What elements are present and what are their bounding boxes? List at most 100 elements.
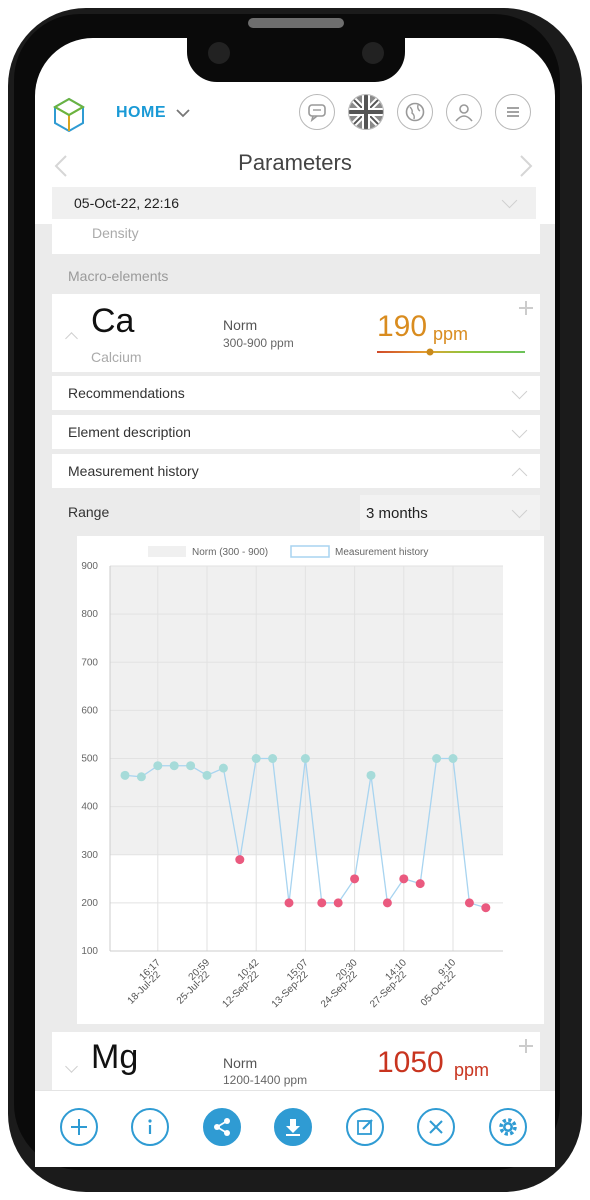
- norm-label: Norm: [223, 317, 258, 333]
- data-point: [202, 770, 212, 780]
- data-point: [268, 754, 278, 763]
- data-point: [448, 754, 458, 763]
- density-card: Density: [52, 224, 540, 254]
- section-title: Macro-elements: [68, 268, 169, 284]
- user-icon: [455, 104, 473, 122]
- edit-icon: [357, 1119, 373, 1135]
- menu-icon: [507, 107, 519, 117]
- y-tick-label: 700: [81, 657, 98, 668]
- norm-range: 300-900 ppm: [223, 336, 294, 350]
- y-tick-label: 900: [81, 561, 98, 572]
- chat-icon: [308, 104, 326, 123]
- y-tick-label: 600: [81, 705, 98, 716]
- y-tick-label: 500: [81, 754, 98, 765]
- chart-svg: 10020030040050060070080090016:1718-Jul-2…: [81, 545, 503, 1010]
- chevron-down-icon: [511, 502, 528, 519]
- logo-cube-icon[interactable]: [50, 95, 88, 133]
- data-point: [284, 898, 294, 908]
- legend-label: Measurement history: [335, 547, 428, 558]
- chevron-down-icon: [501, 192, 518, 209]
- y-tick-label: 200: [81, 898, 98, 909]
- camera: [208, 42, 230, 64]
- uk-flag-icon: [349, 95, 383, 129]
- density-label: Density: [92, 225, 139, 241]
- row-label: Recommendations: [68, 385, 185, 401]
- data-point: [136, 772, 146, 782]
- recommendations-row[interactable]: Recommendations: [52, 376, 540, 410]
- add-icon: [71, 1119, 87, 1135]
- x-tick-date: 05-Oct-22: [419, 969, 459, 1009]
- description-row[interactable]: Element description: [52, 415, 540, 449]
- range-select[interactable]: 3 months: [360, 495, 540, 530]
- y-tick-label: 400: [81, 802, 98, 813]
- data-point: [169, 761, 179, 771]
- download-icon: [286, 1119, 300, 1136]
- date-selector[interactable]: 05-Oct-22, 22:16: [52, 187, 536, 219]
- cancel-button[interactable]: [417, 1108, 455, 1146]
- level-bar: [377, 348, 525, 356]
- element-unit: ppm: [433, 324, 469, 344]
- settings-icon: [499, 1118, 517, 1136]
- norm-range: 1200-1400 ppm: [223, 1073, 308, 1087]
- next-arrow-icon[interactable]: [519, 154, 533, 178]
- chevron-down-icon: [65, 1060, 78, 1073]
- chevron-up-icon: [65, 332, 78, 345]
- plus-icon[interactable]: [518, 300, 534, 316]
- norm-label: Norm: [223, 1055, 258, 1071]
- close-icon: [429, 1120, 443, 1134]
- date-value: 05-Oct-22, 22:16: [74, 195, 180, 211]
- data-point: [415, 879, 425, 889]
- data-point: [464, 898, 474, 908]
- chevron-down-icon: [511, 383, 528, 400]
- y-tick-label: 800: [81, 609, 98, 620]
- range-label: Range: [68, 504, 110, 520]
- sensor: [362, 42, 384, 64]
- share-icon: [214, 1118, 230, 1136]
- data-point: [333, 898, 343, 908]
- chat-button[interactable]: [299, 94, 335, 130]
- data-point: [186, 761, 196, 771]
- chevron-up-icon: [511, 467, 528, 484]
- element-symbol: Mg: [91, 1038, 139, 1076]
- info-button[interactable]: [131, 1108, 169, 1146]
- chevron-down-icon: [511, 422, 528, 439]
- history-row[interactable]: Measurement history: [52, 454, 540, 488]
- row-label: Measurement history: [68, 463, 199, 479]
- data-point: [399, 874, 409, 884]
- edit-button[interactable]: [346, 1108, 384, 1146]
- element-name: Calcium: [91, 349, 142, 365]
- data-point: [218, 763, 228, 773]
- measurement-chart: 100 200 300 400 500 600 700 800 900 16:17 18-Jul-2…: [77, 536, 544, 1024]
- data-point: [300, 754, 310, 763]
- y-tick-label: 300: [81, 850, 98, 861]
- legend-swatch-history: [290, 545, 330, 558]
- plus-icon[interactable]: [518, 1038, 534, 1054]
- element-value: 190: [377, 310, 428, 343]
- globe-icon: [405, 102, 425, 122]
- data-point: [153, 761, 163, 771]
- download-button[interactable]: [274, 1108, 312, 1146]
- data-point: [432, 754, 442, 763]
- data-point: [366, 770, 376, 780]
- home-menu[interactable]: HOME: [116, 104, 166, 122]
- data-point: [350, 874, 360, 884]
- data-point: [235, 855, 245, 865]
- chevron-down-icon[interactable]: [176, 108, 190, 118]
- menu-button[interactable]: [495, 94, 531, 130]
- magnesium-card[interactable]: Mg Norm 1200-1400 ppm 1050 ppm: [52, 1032, 540, 1090]
- page-title: Parameters: [238, 150, 352, 175]
- calcium-card[interactable]: Ca Calcium Norm 300-900 ppm 190 ppm: [52, 294, 540, 372]
- add-button[interactable]: [60, 1108, 98, 1146]
- language-button[interactable]: [348, 94, 384, 130]
- y-tick-label: 100: [81, 946, 98, 957]
- data-point: [317, 898, 327, 908]
- data-point: [251, 754, 261, 763]
- legend-label: Norm (300 - 900): [192, 547, 268, 558]
- share-button[interactable]: [203, 1108, 241, 1146]
- settings-button[interactable]: [489, 1108, 527, 1146]
- globe-button[interactable]: [397, 94, 433, 130]
- range-value: 3 months: [366, 505, 428, 522]
- profile-button[interactable]: [446, 94, 482, 130]
- element-unit: ppm: [454, 1060, 490, 1080]
- speaker: [248, 18, 344, 28]
